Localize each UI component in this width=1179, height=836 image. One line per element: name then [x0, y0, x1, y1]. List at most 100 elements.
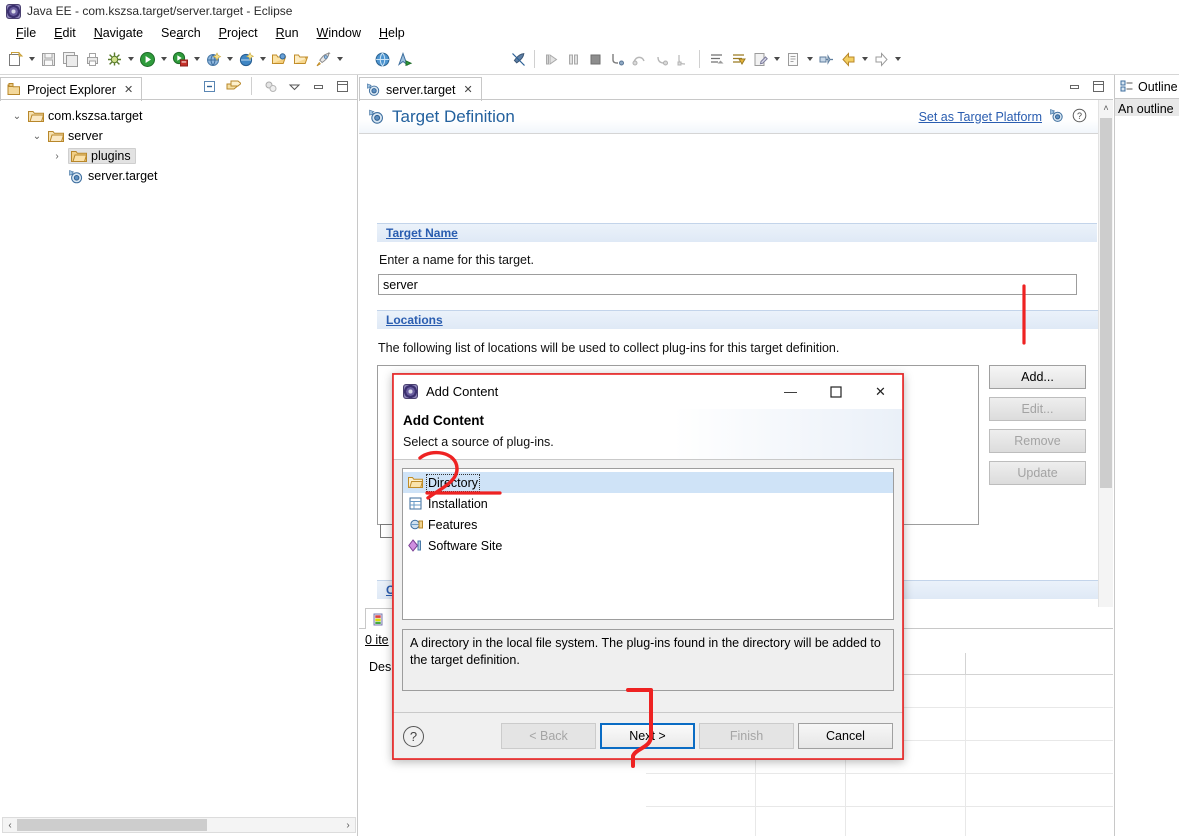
chevron-down-icon[interactable]	[859, 47, 870, 71]
dialog-footer: ? < Back Next > Finish Cancel	[393, 712, 903, 759]
source-item-installation[interactable]: Installation	[403, 493, 893, 514]
tab-server-target[interactable]: server.target ✕	[359, 77, 482, 101]
menu-item-edit[interactable]: Edit	[45, 24, 85, 42]
source-description: A directory in the local file system. Th…	[402, 629, 894, 691]
source-item-label: Features	[428, 517, 478, 532]
pin-editor-icon[interactable]	[815, 47, 837, 71]
tree-item-server-target[interactable]: server.target	[8, 166, 357, 186]
scroll-up-icon[interactable]: ˄	[1099, 100, 1113, 115]
software-site-icon	[408, 539, 421, 552]
menu-item-file[interactable]: File	[7, 24, 45, 42]
chevron-down-icon[interactable]: ⌄	[30, 131, 44, 142]
web-browser-icon[interactable]	[371, 47, 393, 71]
cancel-button[interactable]: Cancel	[798, 723, 893, 749]
forward-icon[interactable]	[870, 47, 892, 71]
tree-item-server[interactable]: ⌄ server	[8, 126, 357, 146]
source-item-directory[interactable]: Directory	[403, 472, 893, 493]
new-java-project-icon[interactable]	[235, 47, 257, 71]
tree-item-plugins[interactable]: › plugins	[8, 146, 357, 166]
chevron-right-icon[interactable]: ›	[50, 151, 64, 162]
source-item-software-site[interactable]: Software Site	[403, 535, 893, 556]
target-name-input[interactable]: server	[378, 274, 1077, 295]
tab-outline[interactable]: Outline	[1115, 75, 1179, 99]
tree-item-label: server.target	[88, 169, 158, 183]
chevron-down-icon[interactable]	[334, 47, 345, 71]
menu-item-run[interactable]: Run	[267, 24, 308, 42]
scroll-right-icon[interactable]: ›	[341, 820, 355, 831]
minimize-icon[interactable]	[1063, 74, 1085, 98]
maximize-icon[interactable]	[1087, 74, 1109, 98]
tab-project-explorer[interactable]: Project Explorer ✕	[0, 77, 143, 101]
chevron-down-icon[interactable]	[26, 47, 37, 71]
chevron-down-icon[interactable]	[224, 47, 235, 71]
menu-item-project[interactable]: Project	[210, 24, 267, 42]
edit-location-button[interactable]: Edit...	[989, 397, 1086, 421]
toggle-mark-occurrences-icon[interactable]	[507, 47, 529, 71]
next-annotation-icon[interactable]	[705, 47, 727, 71]
minimize-icon[interactable]: —	[768, 374, 813, 409]
back-button[interactable]: < Back	[501, 723, 596, 749]
view-menu-icon[interactable]	[283, 74, 305, 98]
menu-item-search[interactable]: Search	[152, 24, 210, 42]
close-icon[interactable]: ✕	[124, 83, 133, 96]
set-as-target-platform-link[interactable]: Set as Target Platform	[919, 110, 1042, 124]
locations-description: The following list of locations will be …	[378, 341, 840, 355]
source-item-features[interactable]: Features	[403, 514, 893, 535]
close-icon[interactable]: ✕	[463, 83, 472, 96]
vscroll-thumb[interactable]	[1100, 118, 1112, 488]
collapse-all-icon[interactable]	[198, 74, 220, 98]
open-type-icon[interactable]	[268, 47, 290, 71]
last-edit-location-icon[interactable]	[749, 47, 771, 71]
tab-label: Project Explorer	[27, 82, 116, 97]
chevron-down-icon[interactable]	[771, 47, 782, 71]
source-list[interactable]: Directory Installation Features Software…	[402, 468, 894, 620]
run-icon[interactable]	[136, 47, 158, 71]
suspend-icon	[562, 47, 584, 71]
chevron-down-icon[interactable]	[191, 47, 202, 71]
update-location-button[interactable]: Update	[989, 461, 1086, 485]
chevron-down-icon[interactable]	[892, 47, 903, 71]
next-button[interactable]: Next >	[600, 723, 695, 749]
new-java-ee-icon[interactable]	[202, 47, 224, 71]
help-icon[interactable]: ?	[403, 725, 424, 747]
project-explorer-hscrollbar[interactable]: ‹ ›	[2, 817, 356, 833]
chevron-down-icon[interactable]: ⌄	[10, 111, 24, 122]
chevron-down-icon[interactable]	[158, 47, 169, 71]
table-row[interactable]	[646, 807, 1113, 836]
close-icon[interactable]: ✕	[858, 374, 903, 409]
new-wizard-icon[interactable]	[4, 47, 26, 71]
chevron-down-icon[interactable]	[257, 47, 268, 71]
tree-item-project[interactable]: ⌄ com.kszsa.target	[8, 106, 357, 126]
open-resource-icon[interactable]	[290, 47, 312, 71]
hscroll-thumb[interactable]	[17, 819, 207, 831]
scroll-left-icon[interactable]: ‹	[3, 820, 17, 831]
menu-item-navigate[interactable]: Navigate	[85, 24, 152, 42]
maximize-icon[interactable]	[813, 374, 858, 409]
finish-button[interactable]: Finish	[699, 723, 794, 749]
maximize-icon[interactable]	[331, 74, 353, 98]
section-title: Target Name	[386, 226, 458, 240]
reload-target-icon[interactable]	[1049, 108, 1065, 126]
editor-vscrollbar[interactable]: ˄ ˅	[1098, 100, 1113, 680]
run-as-server-icon[interactable]	[169, 47, 191, 71]
previous-annotation-icon[interactable]	[727, 47, 749, 71]
remove-location-button[interactable]: Remove	[989, 429, 1086, 453]
link-with-editor-icon[interactable]	[222, 74, 244, 98]
open-web-perspective-icon[interactable]	[393, 47, 415, 71]
open-task-icon[interactable]	[782, 47, 804, 71]
chevron-down-icon[interactable]	[125, 47, 136, 71]
minimize-icon[interactable]	[307, 74, 329, 98]
step-over-icon	[628, 47, 650, 71]
run-fast-icon[interactable]	[312, 47, 334, 71]
back-icon[interactable]	[837, 47, 859, 71]
table-row[interactable]	[646, 774, 1113, 807]
debug-icon[interactable]	[103, 47, 125, 71]
chevron-down-icon[interactable]	[804, 47, 815, 71]
help-icon[interactable]: ?	[1072, 108, 1087, 126]
menu-item-help[interactable]: Help	[370, 24, 414, 42]
add-location-button[interactable]: Add...	[989, 365, 1086, 389]
menu-item-window[interactable]: Window	[308, 24, 370, 42]
dialog-subheading: Select a source of plug-ins.	[403, 435, 554, 449]
dialog-title-bar: Add Content — ✕	[393, 374, 903, 409]
focus-on-active-task-icon[interactable]	[259, 74, 281, 98]
